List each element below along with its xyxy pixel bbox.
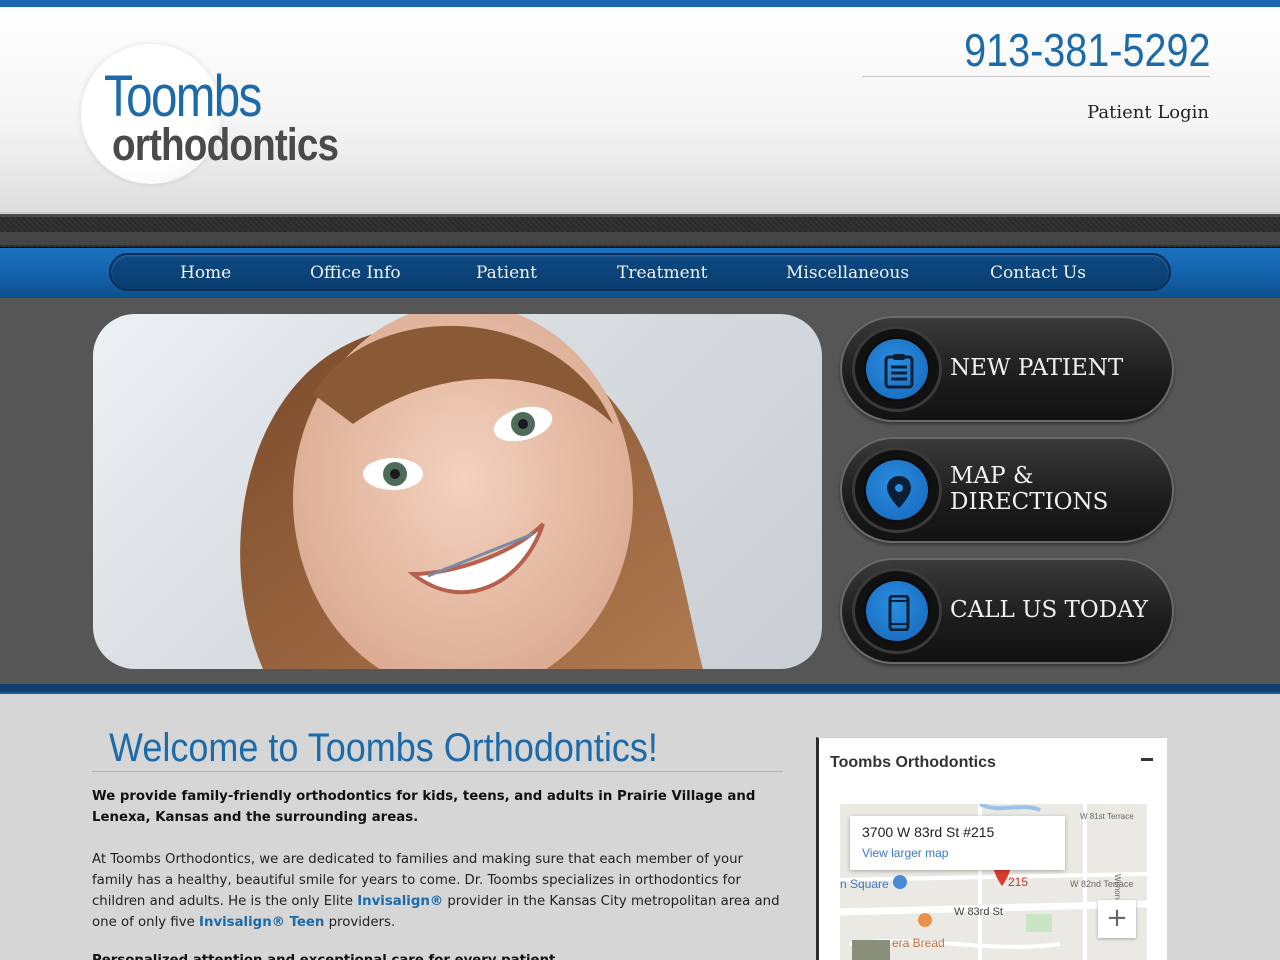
logo-wordmark-bottom[interactable]: orthodontics bbox=[112, 119, 339, 171]
zoom-in-button[interactable]: + bbox=[1098, 900, 1136, 938]
phone-number[interactable]: 913-381-5292 bbox=[964, 23, 1210, 77]
call-us-label: CALL US TODAY bbox=[950, 597, 1149, 623]
cta-icon-ring bbox=[852, 568, 942, 654]
title-divider bbox=[92, 771, 783, 772]
smiling-girl-illustration bbox=[240, 314, 703, 669]
call-us-button[interactable]: CALL US TODAY bbox=[840, 558, 1174, 664]
phone-divider bbox=[862, 76, 1210, 77]
pin-label: 215 bbox=[1008, 875, 1029, 889]
street-label-83rd: W 83rd St bbox=[954, 906, 1003, 918]
new-patient-button[interactable]: NEW PATIENT bbox=[840, 316, 1174, 422]
page-title: Welcome to Toombs Orthodontics! bbox=[109, 726, 658, 770]
map-pin-icon bbox=[864, 458, 930, 522]
main-nav: Home Office Info Patient Treatment Misce… bbox=[109, 253, 1171, 291]
main-content: Welcome to Toombs Orthodontics! We provi… bbox=[0, 694, 1280, 960]
street-label-81st: W 81st Terrace bbox=[1080, 812, 1134, 821]
intro-subheading: Personalized attention and exceptional c… bbox=[92, 950, 782, 960]
street-label-82nd: W 82nd Terrace bbox=[1070, 879, 1134, 889]
nav-item-treatment[interactable]: Treatment bbox=[617, 263, 707, 283]
new-patient-label: NEW PATIENT bbox=[950, 355, 1124, 381]
intro-body: At Toombs Orthodontics, we are dedicated… bbox=[92, 849, 782, 933]
invisalign-link[interactable]: Invisalign® bbox=[357, 894, 443, 909]
map-widget: Toombs Orthodontics W 81st Terrace W 82n… bbox=[816, 737, 1167, 960]
minimize-icon[interactable] bbox=[1141, 758, 1153, 761]
intro-lead: We provide family-friendly orthodontics … bbox=[92, 789, 756, 825]
nav-item-office-info[interactable]: Office Info bbox=[310, 263, 401, 283]
patient-login-link[interactable]: Patient Login bbox=[1087, 102, 1209, 123]
decorative-band bbox=[0, 214, 1280, 248]
hero-bottom-border bbox=[0, 684, 1280, 694]
map-address: 3700 W 83rd St #215 bbox=[862, 824, 995, 840]
map-info-popup: 3700 W 83rd St #215 View larger map bbox=[850, 816, 1065, 870]
hero-section: NEW PATIENT MAP & DIRECTIONS CALL US TOD… bbox=[0, 298, 1280, 684]
invisalign-teen-link[interactable]: Invisalign® Teen bbox=[199, 915, 324, 930]
nav-item-patient[interactable]: Patient bbox=[476, 263, 537, 283]
smartphone-icon bbox=[864, 579, 930, 643]
map-directions-label-line2: DIRECTIONS bbox=[950, 489, 1109, 515]
map-directions-button[interactable]: MAP & DIRECTIONS bbox=[840, 437, 1174, 543]
main-nav-band: Home Office Info Patient Treatment Misce… bbox=[0, 248, 1280, 298]
nav-item-miscellaneous[interactable]: Miscellaneous bbox=[786, 263, 909, 283]
cta-icon-ring bbox=[852, 326, 942, 412]
cta-icon-ring bbox=[852, 447, 942, 533]
hero-photo bbox=[93, 314, 822, 669]
place-label-panera: era Bread bbox=[892, 936, 945, 950]
nav-item-home[interactable]: Home bbox=[180, 263, 231, 283]
map-widget-title: Toombs Orthodontics bbox=[830, 754, 996, 771]
intro-text-3: providers. bbox=[324, 915, 396, 930]
view-larger-map-link[interactable]: View larger map bbox=[862, 846, 948, 860]
embedded-map[interactable]: W 81st Terrace W 82nd Terrace W 83rd St … bbox=[840, 804, 1147, 960]
top-accent-bar bbox=[0, 0, 1280, 7]
place-label-square: n Square bbox=[840, 877, 889, 891]
nav-item-contact-us[interactable]: Contact Us bbox=[990, 263, 1086, 283]
clipboard-icon bbox=[864, 337, 930, 401]
map-directions-label-line1: MAP & bbox=[950, 463, 1034, 489]
site-header: Toombs orthodontics 913-381-5292 Patient… bbox=[0, 7, 1280, 213]
